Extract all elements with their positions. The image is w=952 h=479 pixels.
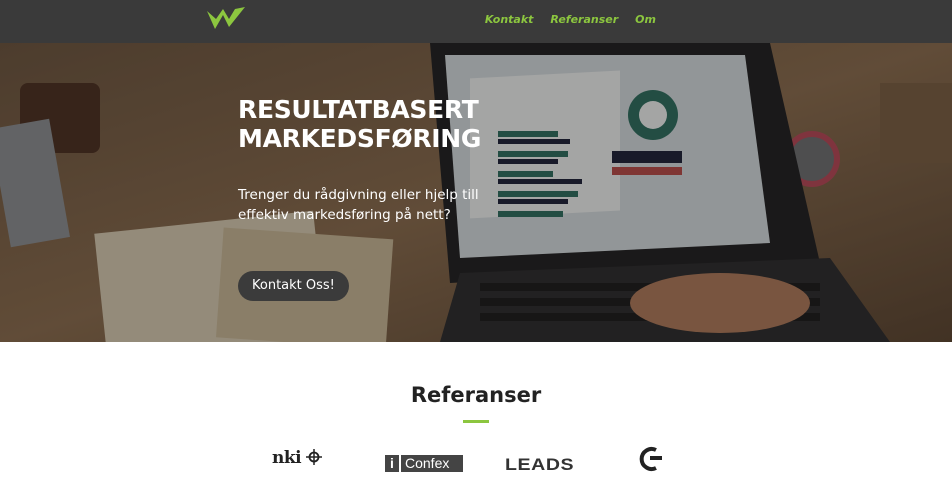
hero-subtitle: Trenger du rådgivning eller hjelp till e… [238,187,479,223]
hero-section: RESULTATBASERT MARKEDSFØRING Trenger du … [0,43,952,342]
client-logo-nki: nki [272,448,342,472]
nav-link-referanser[interactable]: Referanser [550,13,618,26]
hero-title-line2: MARKEDSFØRING [238,124,482,153]
crosshair-icon [306,449,323,465]
references-title-underline [463,420,489,423]
brand-logo-icon[interactable] [205,5,247,33]
contact-us-button[interactable]: Kontakt Oss! [238,271,349,301]
nav-link-om[interactable]: Om [635,13,656,26]
hero-title: RESULTATBASERT MARKEDSFØRING [238,95,481,153]
client-logo-leads: LEADS [505,455,575,474]
top-navbar: Kontakt Referanser Om [0,0,952,43]
main-nav: Kontakt Referanser Om [485,13,656,26]
info-icon: i [385,455,401,472]
hero-title-line1: RESULTATBASERT [238,95,479,124]
client-logo-nki-text: nki [272,448,302,468]
nav-link-kontakt[interactable]: Kontakt [485,13,534,26]
references-title: Referanser [410,383,542,407]
client-logo-emblem-icon [639,447,662,471]
client-logo-confex-text: Confex [405,455,450,471]
client-logo-confex: i Confex [385,455,463,472]
